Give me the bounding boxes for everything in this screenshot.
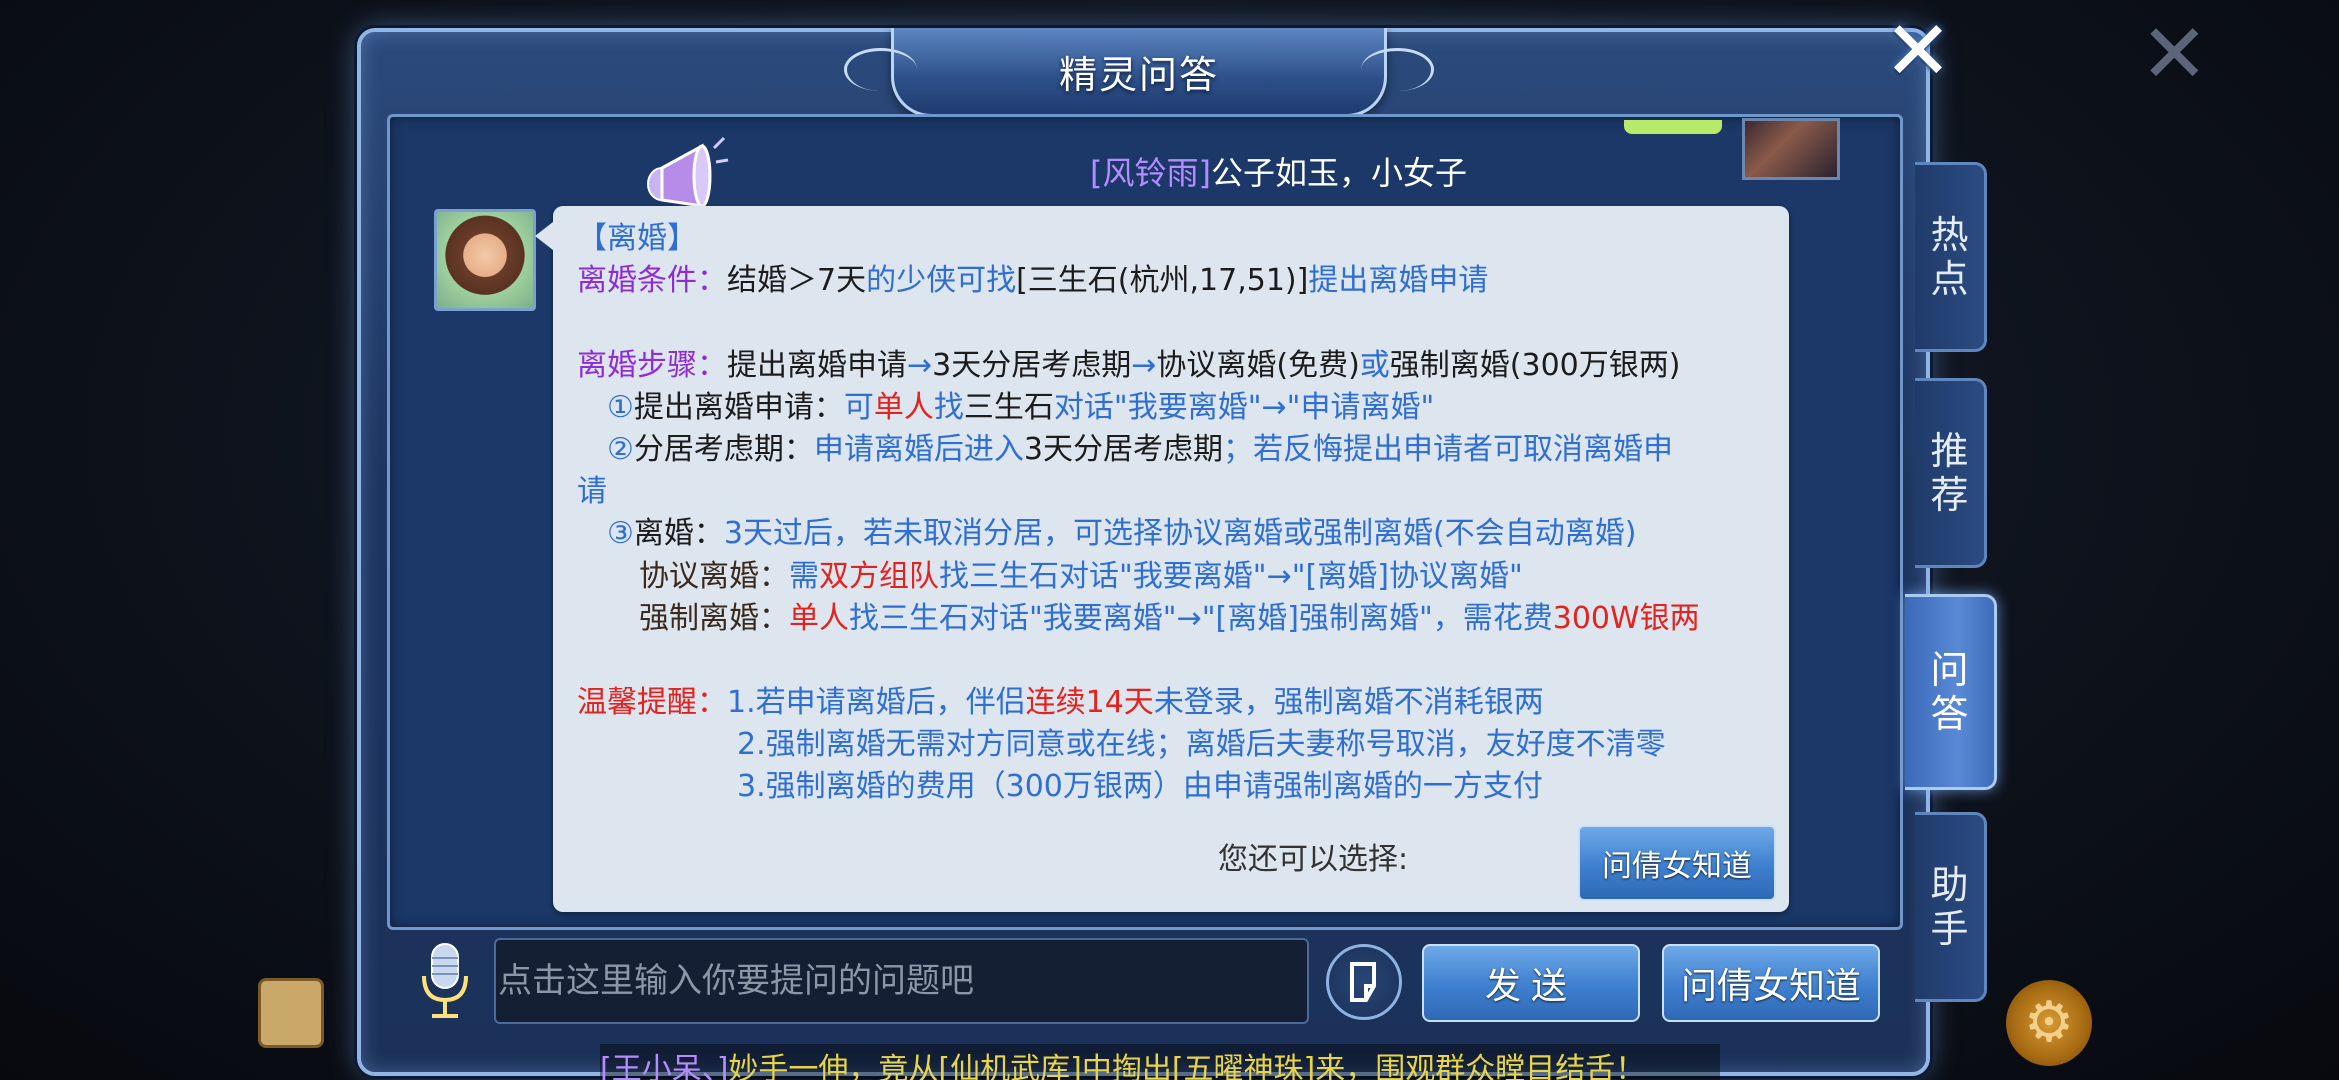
title-plate: 精灵问答 (844, 28, 1434, 117)
answer-card: 【离婚】 离婚条件：结婚＞7天的少侠可找[三生石(杭州,17,51)]提出离婚申… (535, 206, 1789, 912)
force-divorce-line: 强制离婚：单人找三生石对话"我要离婚"→"[离婚]强制离婚"，需花费300W银两 (639, 600, 1700, 636)
agree-divorce-line: 协议离婚：需双方组队找三生石对话"我要离婚"→"[离婚]协议离婚" (639, 558, 1523, 594)
conditions-line: 离婚条件：结婚＞7天的少侠可找[三生石(杭州,17,51)]提出离婚申请 (577, 263, 1489, 299)
tab-hot[interactable]: 热点 (1915, 162, 1987, 352)
tip3-line: 3.强制离婚的费用（300万银两）由申请强制离婚的一方支付 (737, 769, 1543, 805)
marquee-text: 公子如玉，小女子 (1210, 154, 1467, 192)
tab-recommend[interactable]: 推荐 (1915, 378, 1987, 568)
tab-assistant[interactable]: 助手 (1915, 812, 1987, 1002)
question-input[interactable] (496, 939, 1307, 1023)
world-chat-ticker: [王小呆、]妙手一伸，竟从[仙机武库]中掏出[五曜神珠]来，围观群众瞠目结舌！ (600, 1044, 1720, 1080)
answer-text: 【离婚】 离婚条件：结婚＞7天的少侠可找[三生石(杭州,17,51)]提出离婚申… (577, 218, 1775, 809)
background-close-icon: ✕ (2140, 7, 2209, 102)
announcement-marquee: [风铃雨]公子如玉，小女子 (1090, 148, 1530, 192)
step2-line-wrap: 请 (577, 474, 607, 510)
document-icon[interactable] (1326, 944, 1402, 1020)
status-indicator (1624, 120, 1722, 134)
ticker-player-name[interactable]: [王小呆、] (600, 1052, 728, 1080)
marquee-player-name[interactable]: [风铃雨] (1090, 154, 1211, 192)
step2-line: ②分居考虑期：申请离婚后进入3天分居考虑期；若反悔提出申请者可取消离婚申 (607, 431, 1673, 467)
megaphone-icon (647, 136, 729, 208)
tip2-line: 2.强制离婚无需对方同意或在线；离婚后夫妻称号取消，友好度不清零 (737, 727, 1666, 763)
doc-glyph-icon (1350, 962, 1376, 1002)
send-button[interactable]: 发送 (1422, 944, 1640, 1022)
player-avatar[interactable] (1742, 118, 1840, 180)
ask-qiannv-card-button[interactable]: 问倩女知道 (1578, 825, 1776, 901)
answer-heading: 【离婚】 (577, 221, 697, 256)
tab-qa[interactable]: 问答 (1905, 594, 1997, 790)
more-options-label: 您还可以选择: (1218, 842, 1409, 877)
step1-line: ①提出离婚申请：可单人找三生石对话"我要离婚"→"申请离婚" (607, 389, 1435, 425)
npc-avatar (434, 209, 536, 311)
question-input-box[interactable] (494, 938, 1309, 1024)
tip1-line: 温馨提醒：1.若申请离婚后，伴侣连续14天未登录，强制离婚不消耗银两 (577, 685, 1544, 721)
dialog-title: 精灵问答 (1058, 52, 1219, 97)
microphone-icon[interactable] (416, 940, 474, 1022)
calendar-icon[interactable] (258, 978, 324, 1048)
ask-qiannv-button[interactable]: 问倩女知道 (1662, 944, 1880, 1022)
steps-line: 离婚步骤：提出离婚申请→3天分居考虑期→协议离婚(免费)或强制离婚(300万银两… (577, 347, 1681, 383)
step3-line: ③离婚：3天过后，若未取消分居，可选择协议离婚或强制离婚(不会自动离婚) (607, 516, 1637, 552)
ticker-text: 妙手一伸，竟从[仙机武库]中掏出[五曜神珠]来，围观群众瞠目结舌！ (728, 1052, 1646, 1080)
settings-gear-icon[interactable]: ⚙ (2006, 980, 2092, 1066)
close-button[interactable]: ✕ (1878, 11, 1958, 93)
